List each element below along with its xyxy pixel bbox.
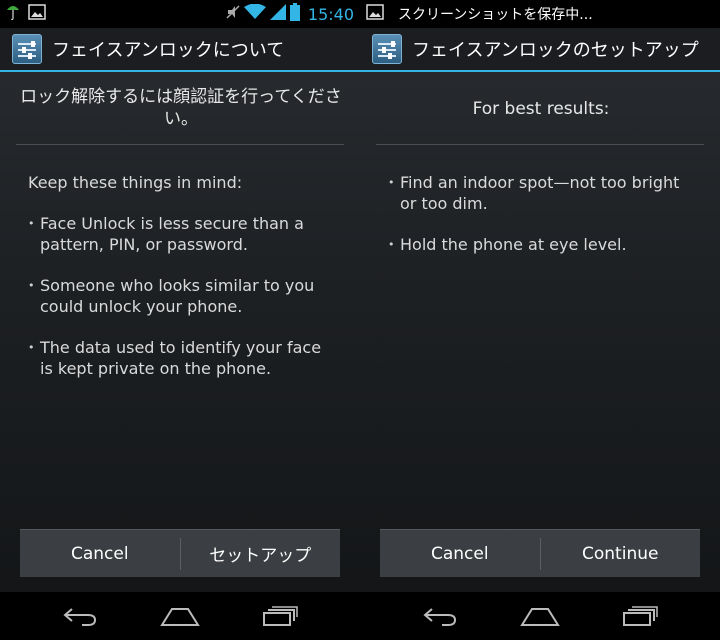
navigation-bar: [360, 592, 720, 640]
continue-button[interactable]: Continue: [541, 530, 701, 577]
image-icon: [366, 4, 384, 24]
list-item: The data used to identify your face is k…: [28, 337, 328, 379]
info-body: Keep these things in mind: Face Unlock i…: [28, 172, 328, 379]
list-item: Face Unlock is less secure than a patter…: [28, 213, 328, 255]
action-bar-title: フェイスアンロックについて: [52, 40, 285, 61]
action-bar: フェイスアンロックについて: [0, 28, 360, 72]
signal-icon: [269, 4, 286, 24]
status-bar: スクリーンショットを保存中...: [360, 0, 720, 28]
back-icon[interactable]: [410, 596, 470, 636]
back-icon[interactable]: [50, 596, 110, 636]
face-unlock-about-screen: 15:40 フェイスアンロックについて ロック解除するには顔認証を行ってください…: [0, 0, 360, 640]
battery-icon: [289, 3, 300, 25]
face-unlock-setup-screen: スクリーンショットを保存中... フェイスアンロックのセットアップ For be…: [360, 0, 720, 640]
notification-text: スクリーンショットを保存中...: [398, 7, 593, 23]
cancel-button[interactable]: Cancel: [20, 530, 180, 577]
status-bar: 15:40: [0, 0, 360, 28]
header-text: For best results:: [472, 99, 610, 119]
home-icon[interactable]: [510, 596, 570, 636]
header-text: ロック解除するには顔認証を行ってください。: [20, 87, 342, 129]
list-item: Someone who looks similar to you could u…: [28, 275, 328, 317]
recent-apps-icon[interactable]: [610, 596, 670, 636]
recent-apps-icon[interactable]: [250, 596, 310, 636]
setup-button[interactable]: セットアップ: [181, 530, 341, 577]
settings-app-icon[interactable]: [372, 34, 402, 64]
home-icon[interactable]: [150, 596, 210, 636]
cancel-button[interactable]: Cancel: [380, 530, 540, 577]
settings-app-icon[interactable]: [12, 34, 42, 64]
divider: [376, 144, 704, 145]
divider: [16, 144, 344, 145]
wifi-icon: [243, 3, 266, 24]
list-item: Hold the phone at eye level.: [388, 234, 688, 255]
mute-icon: [226, 4, 240, 24]
action-bar-title: フェイスアンロックのセットアップ: [412, 40, 699, 61]
list-item: Find an indoor spot—not too bright or to…: [388, 172, 688, 214]
button-bar: Cancel Continue: [380, 529, 700, 577]
image-icon: [28, 4, 46, 24]
android-icon: [6, 4, 20, 24]
intro-text: Keep these things in mind:: [28, 173, 243, 192]
button-bar: Cancel セットアップ: [20, 529, 340, 577]
info-body: Find an indoor spot—not too bright or to…: [388, 172, 688, 255]
clock: 15:40: [307, 4, 354, 24]
action-bar: フェイスアンロックのセットアップ: [360, 28, 720, 72]
navigation-bar: [0, 592, 360, 640]
